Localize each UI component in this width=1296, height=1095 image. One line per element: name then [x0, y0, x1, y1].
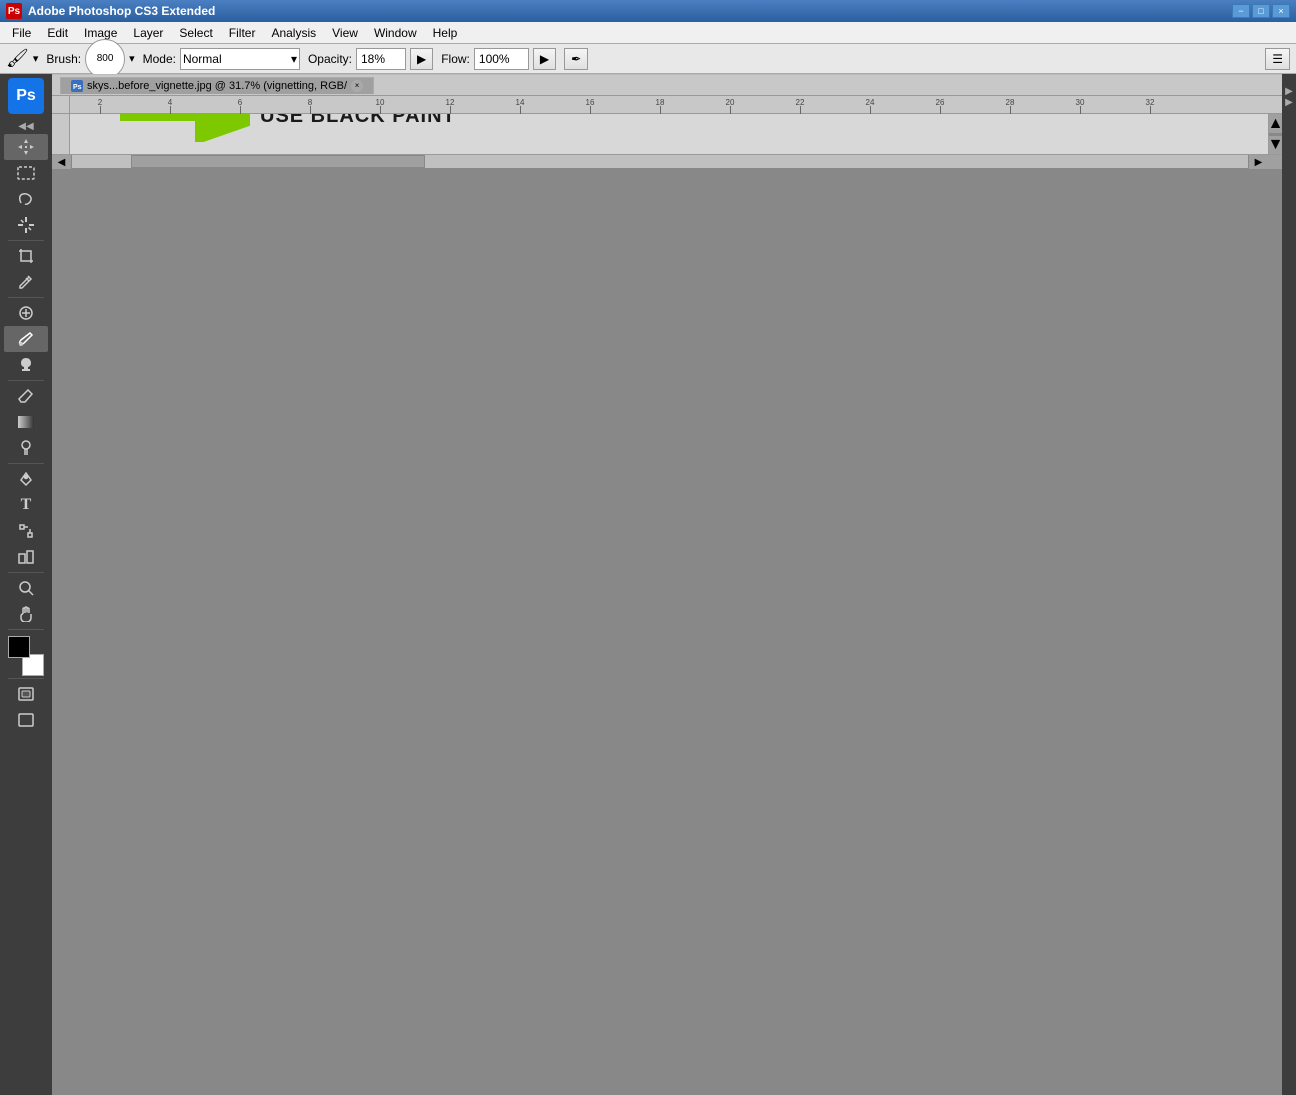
tool-shape[interactable]	[4, 544, 48, 570]
brush-tool-icon[interactable]: 🖌	[6, 48, 29, 69]
svg-text:Ps: Ps	[73, 84, 82, 91]
tool-zoom[interactable]	[4, 575, 48, 601]
scrollbar-left-button[interactable]: ◀	[52, 155, 72, 169]
tool-quick-mask[interactable]	[4, 681, 48, 707]
tool-move[interactable]	[4, 134, 48, 160]
h-scrollbar-thumb[interactable]	[131, 155, 425, 168]
options-bar: 🖌 ▾ Brush: 800 ▾ Mode: Normal ▾ Opacity:…	[0, 44, 1296, 74]
main-layout: Ps ◀◀	[0, 74, 1296, 1095]
scrollbar-up-button[interactable]: ▲	[1269, 114, 1282, 134]
tool-lasso[interactable]	[4, 186, 48, 212]
mode-chevron-icon: ▾	[291, 52, 297, 66]
tool-pen[interactable]	[4, 466, 48, 492]
tool-crop[interactable]	[4, 243, 48, 269]
opacity-arrow-btn[interactable]: ▶	[410, 48, 433, 70]
tool-stamp[interactable]	[4, 352, 48, 378]
menu-analysis[interactable]: Analysis	[263, 22, 324, 43]
tool-hand[interactable]	[4, 601, 48, 627]
flow-value: 100%	[479, 52, 510, 66]
mode-label: Mode:	[143, 52, 176, 66]
horizontal-scrollbar[interactable]: ◀ ▶	[52, 154, 1282, 168]
ruler-top: 2468101214161820222426283032	[52, 96, 1282, 114]
brush-size-group: Brush: 800 ▾	[46, 39, 134, 79]
tool-brush[interactable]	[4, 326, 48, 352]
h-scrollbar-track[interactable]	[72, 155, 1248, 168]
foreground-color-swatch[interactable]	[8, 636, 30, 658]
opacity-value: 18%	[361, 52, 385, 66]
use-black-paint-label: USE BLACK PAINT	[260, 114, 456, 128]
document-tab-label: skys...before_vignette.jpg @ 31.7% (vign…	[87, 80, 347, 92]
menu-view[interactable]: View	[324, 22, 366, 43]
tool-dodge[interactable]	[4, 435, 48, 461]
menu-bar: File Edit Image Layer Select Filter Anal…	[0, 22, 1296, 44]
brush-tool-icon-group: 🖌 ▾	[6, 48, 38, 69]
airbrush-button[interactable]: ✒	[564, 48, 588, 70]
menu-window[interactable]: Window	[366, 22, 425, 43]
right-panel-collapse: ▶▶	[1282, 74, 1296, 1095]
ruler-corner	[52, 96, 70, 114]
document-tab-bar: Ps skys...before_vignette.jpg @ 31.7% (v…	[52, 74, 1282, 96]
brush-size-value: 800	[97, 53, 114, 64]
tool-options-arrow[interactable]: ▾	[33, 52, 39, 65]
menu-help[interactable]: Help	[425, 22, 466, 43]
tool-marquee[interactable]	[4, 160, 48, 186]
window-controls: − □ ×	[1232, 4, 1290, 18]
tool-eyedropper[interactable]	[4, 269, 48, 295]
black-paint-arrow-svg	[110, 114, 250, 142]
tool-magic-wand[interactable]	[4, 212, 48, 238]
panel-collapse-btn[interactable]: ▶▶	[1284, 86, 1295, 108]
tool-eraser[interactable]	[4, 383, 48, 409]
opacity-group: Opacity: 18% ▶	[308, 48, 433, 70]
color-swatches[interactable]	[4, 636, 48, 676]
panel-toggle-button[interactable]: ☰	[1265, 48, 1290, 70]
vertical-scrollbar[interactable]: ▲ ▼	[1268, 114, 1282, 154]
canvas-viewport[interactable]: SOFT BRUSH LOWER OPACITY (18%)	[70, 114, 1268, 154]
opacity-label: Opacity:	[308, 52, 352, 66]
mode-value: Normal	[183, 52, 222, 66]
tool-screen-mode[interactable]	[4, 707, 48, 733]
opacity-input[interactable]: 18%	[356, 48, 406, 70]
menu-select[interactable]: Select	[171, 22, 220, 43]
canvas-area: Ps skys...before_vignette.jpg @ 31.7% (v…	[52, 74, 1282, 1095]
mode-select[interactable]: Normal ▾	[180, 48, 300, 70]
document-tab[interactable]: Ps skys...before_vignette.jpg @ 31.7% (v…	[60, 77, 374, 94]
airbrush-icon: ✒	[571, 52, 581, 66]
brush-preview[interactable]: 800	[85, 39, 125, 79]
tool-path-select[interactable]	[4, 518, 48, 544]
title-bar: Ps Adobe Photoshop CS3 Extended − □ ×	[0, 0, 1296, 22]
brush-label: Brush:	[46, 52, 81, 66]
app-title: Adobe Photoshop CS3 Extended	[28, 4, 215, 18]
scrollbar-corner	[1268, 155, 1282, 169]
menu-filter[interactable]: Filter	[221, 22, 264, 43]
ruler-vertical	[52, 114, 70, 154]
brush-dropdown-arrow[interactable]: ▾	[129, 52, 135, 65]
flow-input[interactable]: 100%	[474, 48, 529, 70]
panel-toggle-group: ☰	[1265, 48, 1290, 70]
app-icon: Ps	[6, 3, 22, 19]
flow-arrow-btn[interactable]: ▶	[533, 48, 556, 70]
ps-logo: Ps	[8, 78, 44, 114]
minimize-button[interactable]: −	[1232, 4, 1250, 18]
tool-text[interactable]: T	[4, 492, 48, 518]
scrollbar-down-button[interactable]: ▼	[1269, 134, 1282, 154]
scrollbar-thumb[interactable]	[1269, 134, 1282, 136]
flow-group: Flow: 100% ▶	[441, 48, 556, 70]
mode-group: Mode: Normal ▾	[143, 48, 300, 70]
close-button[interactable]: ×	[1272, 4, 1290, 18]
tool-healing[interactable]	[4, 300, 48, 326]
annotation-below: USE BLACK PAINT	[70, 114, 1268, 154]
toolbar-collapse-btn[interactable]: ◀◀	[4, 118, 48, 134]
left-toolbar: Ps ◀◀	[0, 74, 52, 1095]
ruler-horizontal: 2468101214161820222426283032	[70, 96, 1282, 114]
tool-gradient[interactable]	[4, 409, 48, 435]
flow-label: Flow:	[441, 52, 470, 66]
document-tab-close[interactable]: ×	[351, 80, 363, 92]
workspace: SOFT BRUSH LOWER OPACITY (18%)	[52, 114, 1282, 154]
maximize-button[interactable]: □	[1252, 4, 1270, 18]
menu-file[interactable]: File	[4, 22, 39, 43]
scrollbar-right-button[interactable]: ▶	[1248, 155, 1268, 169]
